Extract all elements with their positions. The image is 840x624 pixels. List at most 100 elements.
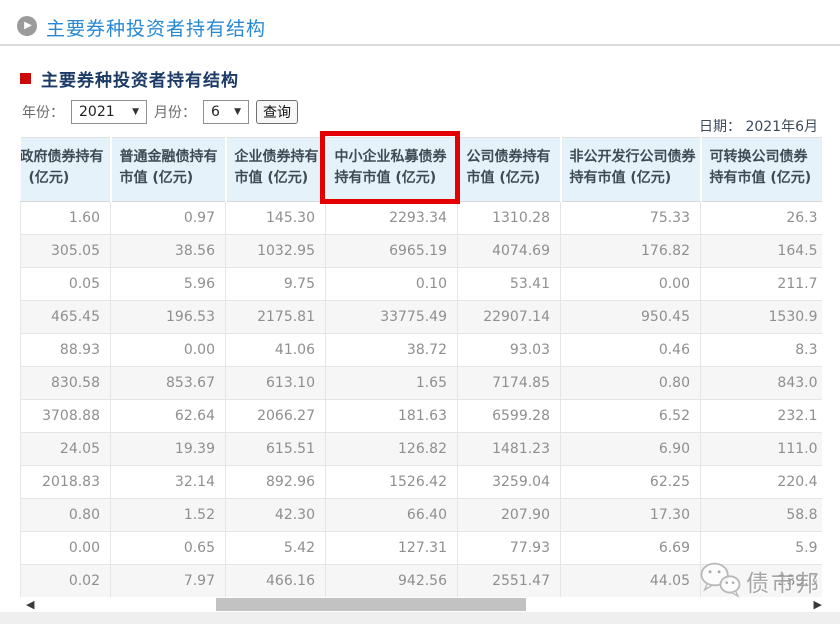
table-row: 88.930.0041.0638.7293.030.468.3 — [21, 334, 823, 367]
table-cell: 44.05 — [561, 565, 701, 598]
table-cell: 24.05 — [21, 433, 111, 466]
scroll-left-arrow-icon[interactable]: ◀ — [26, 598, 34, 612]
table-cell: 0.05 — [21, 268, 111, 301]
table-cell: 1.65 — [326, 367, 458, 400]
table-cell: 2018.83 — [21, 466, 111, 499]
table-cell: 164.5 — [701, 235, 823, 268]
section-heading: 主要券种投资者持有结构 — [20, 66, 239, 91]
table-cell: 32.14 — [111, 466, 226, 499]
table-cell: 615.51 — [226, 433, 326, 466]
page-header: ▶ 主要券种投资者持有结构 — [0, 0, 840, 46]
table-cell: 58.8 — [701, 499, 823, 532]
table-cell: 7.97 — [111, 565, 226, 598]
table-cell: 207.90 — [458, 499, 561, 532]
table-cell: 9.75 — [226, 268, 326, 301]
table-cell: 22907.14 — [458, 301, 561, 334]
table-cell: 6.69 — [561, 532, 701, 565]
table-cell: 6.52 — [561, 400, 701, 433]
table-row: 24.0519.39615.51126.821481.236.90111.0 — [21, 433, 823, 466]
table-cell: 38.72 — [326, 334, 458, 367]
table-cell: 62.25 — [561, 466, 701, 499]
table-cell: 66.40 — [326, 499, 458, 532]
table-cell: 75.33 — [561, 202, 701, 235]
table-cell: 77.93 — [458, 532, 561, 565]
table-cell: 3708.88 — [21, 400, 111, 433]
table-cell: 220.4 — [701, 466, 823, 499]
table-cell: 126.82 — [326, 433, 458, 466]
horizontal-scrollbar[interactable]: ◀ ▶ — [20, 598, 822, 612]
table-cell: 1526.42 — [326, 466, 458, 499]
table-header-row: 政府债券持有(亿元)普通金融债持有市值 (亿元)企业债券持有市值 (亿元)中小企… — [21, 138, 823, 202]
month-label: 月份： — [154, 102, 196, 122]
table-cell: 305.05 — [21, 235, 111, 268]
column-header-1: 政府债券持有(亿元) — [21, 138, 111, 202]
table-cell: 5.42 — [226, 532, 326, 565]
column-header-6: 非公开发行公司债券持有市值 (亿元) — [561, 138, 701, 202]
table-cell: 289.0 — [701, 565, 823, 598]
column-header-5: 公司债券持有市值 (亿元) — [458, 138, 561, 202]
table-cell: 1481.23 — [458, 433, 561, 466]
table-cell: 2175.81 — [226, 301, 326, 334]
table-cell: 232.1 — [701, 400, 823, 433]
table-cell: 211.7 — [701, 268, 823, 301]
table-cell: 0.00 — [561, 268, 701, 301]
table-cell: 0.97 — [111, 202, 226, 235]
month-select[interactable]: 6 ▼ — [203, 100, 249, 124]
column-header-3: 企业债券持有市值 (亿元) — [226, 138, 326, 202]
table-row: 0.055.969.750.1053.410.00211.7 — [21, 268, 823, 301]
table-cell: 1310.28 — [458, 202, 561, 235]
table-cell: 466.16 — [226, 565, 326, 598]
chevron-down-icon: ▼ — [132, 107, 139, 117]
holdings-table: 政府债券持有(亿元)普通金融债持有市值 (亿元)企业债券持有市值 (亿元)中小企… — [20, 137, 822, 597]
table-cell: 942.56 — [326, 565, 458, 598]
table-cell: 53.41 — [458, 268, 561, 301]
table-cell: 127.31 — [326, 532, 458, 565]
table-cell: 176.82 — [561, 235, 701, 268]
table-cell: 1.60 — [21, 202, 111, 235]
table-row: 305.0538.561032.956965.194074.69176.8216… — [21, 235, 823, 268]
scroll-right-arrow-icon[interactable]: ▶ — [814, 598, 822, 612]
table-cell: 38.56 — [111, 235, 226, 268]
column-header-7: 可转换公司债券持有市值 (亿元) — [701, 138, 823, 202]
table-row: 465.45196.532175.8133775.4922907.14950.4… — [21, 301, 823, 334]
table-cell: 111.0 — [701, 433, 823, 466]
month-select-value: 6 — [211, 104, 220, 120]
table-cell: 4074.69 — [458, 235, 561, 268]
table-cell: 6965.19 — [326, 235, 458, 268]
year-select-value: 2021 — [79, 104, 115, 120]
table-cell: 0.02 — [21, 565, 111, 598]
table-cell: 88.93 — [21, 334, 111, 367]
table-cell: 950.45 — [561, 301, 701, 334]
year-select[interactable]: 2021 ▼ — [71, 100, 147, 124]
query-button[interactable]: 查询 — [256, 100, 298, 124]
column-header-4: 中小企业私募债券持有市值 (亿元) — [326, 138, 458, 202]
table-cell: 0.65 — [111, 532, 226, 565]
table-cell: 5.9 — [701, 532, 823, 565]
column-header-2: 普通金融债持有市值 (亿元) — [111, 138, 226, 202]
table-cell: 5.96 — [111, 268, 226, 301]
table-cell: 2551.47 — [458, 565, 561, 598]
table-cell: 1032.95 — [226, 235, 326, 268]
date-label: 日期： 2021年6月 — [699, 116, 818, 136]
red-square-bullet-icon — [20, 73, 31, 84]
table-cell: 0.80 — [561, 367, 701, 400]
table-cell: 1.52 — [111, 499, 226, 532]
table-cell: 93.03 — [458, 334, 561, 367]
scrollbar-thumb[interactable] — [216, 598, 526, 611]
table-row: 3708.8862.642066.27181.636599.286.52232.… — [21, 400, 823, 433]
table-cell: 2066.27 — [226, 400, 326, 433]
filter-bar: 年份： 2021 ▼ 月份： 6 ▼ 查询 — [22, 99, 298, 124]
table-cell: 6.90 — [561, 433, 701, 466]
table-cell: 42.30 — [226, 499, 326, 532]
table-cell: 6599.28 — [458, 400, 561, 433]
table-row: 2018.8332.14892.961526.423259.0462.25220… — [21, 466, 823, 499]
table-cell: 465.45 — [21, 301, 111, 334]
chevron-down-icon: ▼ — [234, 107, 241, 117]
table-cell: 0.00 — [111, 334, 226, 367]
table-cell: 41.06 — [226, 334, 326, 367]
table-cell: 1530.9 — [701, 301, 823, 334]
table-cell: 0.80 — [21, 499, 111, 532]
table-cell: 145.30 — [226, 202, 326, 235]
table-cell: 2293.34 — [326, 202, 458, 235]
table-cell: 0.10 — [326, 268, 458, 301]
